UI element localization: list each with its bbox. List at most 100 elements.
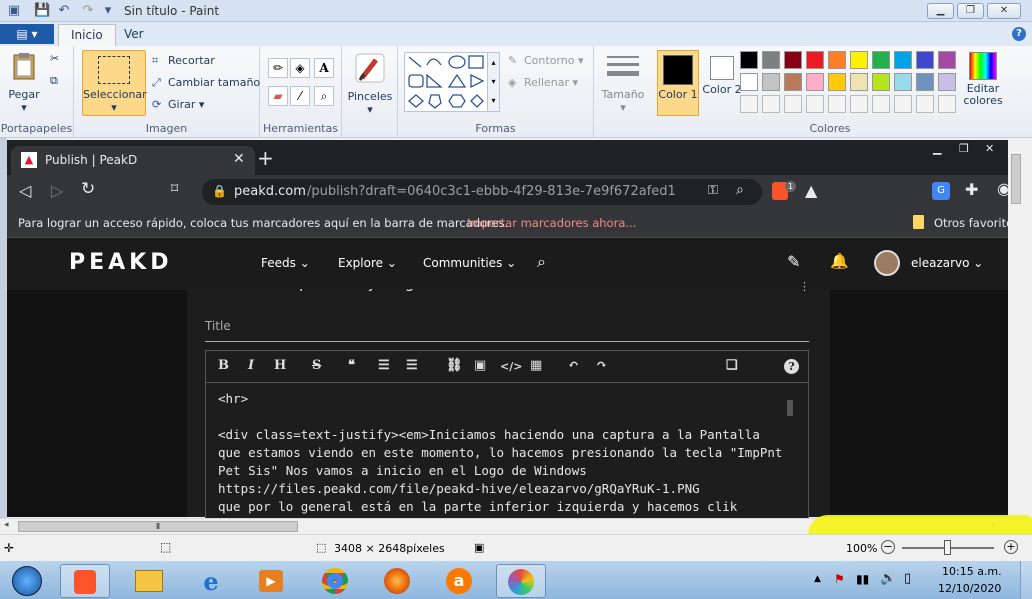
address-bar[interactable]: 🔒 peakd.com /publish?draft=0640c3c1-ebbb…	[202, 179, 762, 205]
preview-icon[interactable]: ❏	[726, 358, 738, 373]
title-field[interactable]: Title	[205, 316, 809, 342]
edit-colors-button[interactable]: Editar colores	[962, 52, 1004, 107]
quote-icon[interactable]: ❝	[348, 358, 355, 373]
custom-color-slot[interactable]	[916, 95, 934, 113]
bookmark-icon[interactable]: ⌑	[171, 181, 178, 197]
edit-pencil-icon[interactable]: ✎	[787, 252, 800, 271]
palette-swatch[interactable]	[894, 73, 912, 91]
save-icon[interactable]: 💾	[34, 3, 50, 19]
custom-color-slot[interactable]	[740, 95, 758, 113]
firefox-taskbar-icon[interactable]	[372, 564, 422, 598]
palette-swatch[interactable]	[806, 51, 824, 69]
close-tab-icon[interactable]: ✕	[233, 151, 245, 167]
palette-swatch[interactable]	[784, 73, 802, 91]
palette-swatch[interactable]	[916, 51, 934, 69]
scroll-left-icon[interactable]: ◂	[4, 520, 9, 530]
vertical-scrollbar[interactable]	[1008, 140, 1032, 518]
key-icon[interactable]: ⚿	[708, 183, 718, 198]
paint-app-icon[interactable]: ▣	[6, 3, 22, 19]
action-center-icon[interactable]: ⚑	[834, 572, 845, 586]
zoom-icon[interactable]: ⌕	[736, 182, 744, 198]
avatar[interactable]	[874, 250, 900, 276]
horizontal-scroll-thumb[interactable]: ⦀	[18, 521, 298, 532]
palette-swatch[interactable]	[828, 51, 846, 69]
maximize-button[interactable]: ❐	[957, 3, 984, 19]
browser-close-icon[interactable]: ✕	[985, 142, 994, 155]
palette-swatch[interactable]	[762, 51, 780, 69]
strikethrough-icon[interactable]: S	[312, 358, 321, 373]
palette-swatch[interactable]	[740, 73, 758, 91]
code-icon[interactable]: </>	[500, 360, 522, 373]
volume-icon[interactable]: 🔊	[880, 571, 896, 586]
custom-color-slot[interactable]	[938, 95, 956, 113]
browser-restore-icon[interactable]: ❐	[959, 142, 969, 155]
browser-minimize-icon[interactable]: ▁	[933, 142, 941, 155]
shapes-gallery[interactable]: ▴ ▾ ▾	[404, 52, 500, 112]
tab-inicio[interactable]: Inicio	[58, 24, 116, 46]
nav-communities[interactable]: Communities ⌄	[423, 256, 516, 270]
heading-icon[interactable]: H	[274, 358, 286, 373]
battery-icon[interactable]: ▯	[904, 571, 911, 586]
image-icon[interactable]: ▣	[474, 358, 486, 373]
network-icon[interactable]: ▮▮	[856, 572, 869, 586]
palette-swatch[interactable]	[762, 73, 780, 91]
custom-color-slot[interactable]	[872, 95, 890, 113]
clock-date[interactable]: 12/10/2020	[938, 582, 1001, 595]
undo-icon[interactable]: ↶	[56, 3, 72, 19]
notifications-bell-icon[interactable]: 🔔	[830, 252, 849, 270]
brushes-button[interactable]: Pinceles ▾	[346, 52, 394, 116]
editor-scrollbar-thumb[interactable]	[787, 400, 793, 416]
zoom-in-icon[interactable]: +	[1004, 540, 1018, 554]
internet-explorer-taskbar-icon[interactable]: e	[186, 564, 236, 598]
translate-icon[interactable]: G	[932, 182, 950, 200]
nav-feeds[interactable]: Feeds ⌄	[261, 256, 310, 270]
crop-button[interactable]: ⌗ Recortar	[152, 54, 215, 67]
file-menu-button[interactable]: ▤ ▾	[0, 24, 54, 44]
markdown-textarea[interactable]: <hr> <div class=text-justify><em>Iniciamo…	[205, 383, 809, 523]
other-bookmarks[interactable]: Otros favoritos	[934, 216, 1008, 230]
reload-icon[interactable]: ↻	[81, 179, 95, 199]
pencil-icon[interactable]: ✏	[268, 58, 288, 78]
show-hidden-icons-icon[interactable]: ▲	[814, 574, 821, 584]
custom-color-slot[interactable]	[894, 95, 912, 113]
brave-rewards-icon[interactable]: ▲	[805, 181, 817, 200]
clock-time[interactable]: 10:15 a.m.	[942, 565, 1002, 578]
forward-icon[interactable]: ▷	[51, 181, 63, 200]
paint-taskbar-icon[interactable]	[496, 564, 546, 598]
quick-access-dropdown-icon[interactable]: ▾	[100, 3, 116, 19]
cut-icon[interactable]: ✂	[50, 52, 59, 65]
import-bookmarks-link[interactable]: Importar marcadores ahora...	[467, 216, 636, 230]
palette-swatch[interactable]	[916, 73, 934, 91]
palette-swatch[interactable]	[784, 51, 802, 69]
eraser-icon[interactable]: ▰	[268, 86, 288, 106]
vertical-scroll-thumb[interactable]	[1011, 154, 1021, 204]
color1-button[interactable]: Color 1	[657, 50, 699, 116]
select-button[interactable]: Seleccionar ▾	[82, 50, 147, 116]
fill-button[interactable]: ◈ Rellenar ▾	[508, 76, 578, 89]
peakd-logo[interactable]: PEAKD	[69, 250, 173, 275]
rotate-button[interactable]: ⟳ Girar ▾	[152, 98, 204, 111]
size-button[interactable]: Tamaño ▾	[600, 54, 646, 114]
more-options-icon[interactable]: ⋮	[799, 280, 810, 293]
palette-swatch[interactable]	[828, 73, 846, 91]
file-explorer-taskbar-icon[interactable]	[124, 564, 174, 598]
search-icon[interactable]: ⌕	[537, 252, 546, 272]
media-player-taskbar-icon[interactable]: ▶	[246, 564, 296, 598]
custom-color-slot[interactable]	[850, 95, 868, 113]
redo-icon[interactable]: ↷	[596, 358, 607, 373]
italic-icon[interactable]: I	[248, 358, 254, 373]
palette-swatch[interactable]	[872, 51, 890, 69]
custom-color-slot[interactable]	[828, 95, 846, 113]
user-menu[interactable]: eleazarvo ⌄	[911, 256, 983, 270]
palette-swatch[interactable]	[938, 51, 956, 69]
help-icon[interactable]: ?	[784, 359, 799, 374]
help-icon[interactable]: ?	[1012, 27, 1026, 41]
palette-swatch[interactable]	[894, 51, 912, 69]
copy-icon[interactable]: ⧉	[50, 74, 58, 88]
chrome-taskbar-icon[interactable]	[310, 564, 360, 598]
avast-taskbar-icon[interactable]: a	[434, 564, 484, 598]
fill-bucket-icon[interactable]: ◈	[290, 58, 310, 78]
start-button[interactable]	[0, 564, 54, 598]
show-desktop-button[interactable]	[1020, 561, 1032, 599]
redo-icon[interactable]: ↷	[80, 3, 96, 19]
